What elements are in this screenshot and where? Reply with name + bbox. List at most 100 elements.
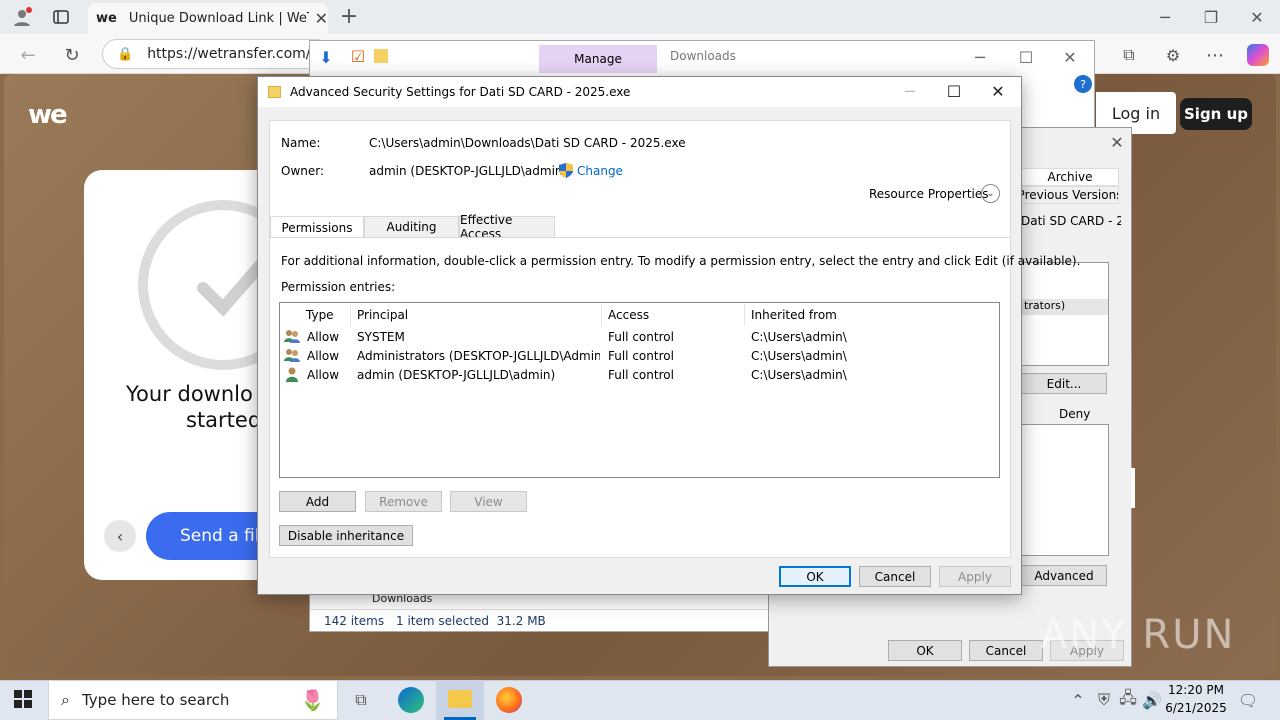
download-arrow-icon: ⬇ [319, 47, 333, 67]
remove-button: Remove [365, 491, 442, 512]
url-text: https://wetransfer.com/do [147, 46, 328, 62]
refresh-icon[interactable]: ↻ [60, 44, 84, 66]
properties-filename: Dati SD CARD - 2025 [1021, 214, 1121, 228]
add-button[interactable]: Add [279, 491, 356, 512]
owner-label: Owner: [281, 164, 325, 178]
search-placeholder: Type here to search [81, 691, 230, 709]
signup-button[interactable]: Sign up [1180, 98, 1252, 130]
scrollbar-thumb[interactable] [1131, 468, 1135, 508]
restore-window-icon[interactable]: ❐ [1200, 6, 1222, 28]
notifications-icon[interactable]: 🗨 [1238, 690, 1258, 710]
minimize-window-icon[interactable]: ─ [1154, 6, 1176, 28]
properties-close-icon[interactable]: ✕ [1107, 132, 1127, 152]
explorer-minimize-icon[interactable]: ─ [970, 47, 990, 67]
download-headline-1: Your downlo [126, 382, 253, 406]
properties-cancel-button[interactable]: Cancel [969, 640, 1043, 661]
column-header-access[interactable]: Access [602, 304, 745, 326]
anyrun-watermark: ANY RUN [1040, 612, 1236, 658]
column-header-type[interactable]: Type [300, 304, 351, 326]
copilot-icon[interactable] [1247, 44, 1269, 66]
owner-value: admin (DESKTOP-JGLLJLD\admin) [369, 164, 568, 178]
explorer-close-icon[interactable]: ✕ [1060, 47, 1080, 67]
group-users-icon [284, 328, 300, 344]
more-menu-icon[interactable]: ⋯ [1204, 44, 1226, 66]
dialog-close-icon[interactable]: ✕ [988, 81, 1008, 101]
dialog-minimize-icon: ─ [905, 81, 915, 101]
firefox-icon[interactable] [496, 687, 522, 713]
resource-properties-label[interactable]: Resource Properties [869, 187, 989, 201]
network-icon[interactable]: 🖧 [1118, 688, 1138, 710]
explorer-title: Downloads [670, 49, 736, 63]
table-row[interactable]: Allow admin (DESKTOP-JGLLJLD\admin) Full… [280, 365, 999, 384]
properties-advanced-button[interactable]: Advanced [1021, 565, 1107, 586]
tab-archive[interactable]: Archive [1021, 168, 1119, 186]
tab-permissions[interactable]: Permissions [270, 216, 364, 239]
new-tab-button[interactable]: + [338, 4, 360, 29]
deny-column-label: Deny [1059, 407, 1091, 421]
close-window-icon[interactable]: ✕ [1246, 6, 1268, 28]
tab-actions-icon[interactable] [50, 6, 72, 28]
row-inherited: C:\Users\admin\ [751, 330, 847, 344]
ribbon-manage-tab[interactable]: Manage [539, 45, 657, 73]
properties-ok-button[interactable]: OK [888, 640, 962, 661]
profile-icon[interactable] [10, 6, 34, 28]
show-hidden-icons-chevron[interactable]: ⌃ [1068, 690, 1088, 710]
name-label: Name: [281, 136, 321, 150]
windows-start-icon[interactable] [14, 690, 34, 710]
table-row[interactable]: Allow Administrators (DESKTOP-JGLLJLD\Ad… [280, 346, 999, 365]
carousel-back-icon[interactable]: ‹ [104, 520, 136, 552]
ok-button[interactable]: OK [779, 566, 851, 587]
row-inherited: C:\Users\admin\ [751, 368, 847, 382]
tab-effective-access[interactable]: Effective Access [459, 213, 555, 241]
table-row[interactable]: Allow SYSTEM Full control C:\Users\admin… [280, 327, 999, 346]
checkbox-icon[interactable]: ☑ [350, 47, 366, 66]
permission-entries-list[interactable]: Type Principal Access Inherited from All… [279, 302, 1000, 478]
permission-entries-label: Permission entries: [281, 280, 396, 294]
explorer-maximize-icon[interactable]: ☐ [1016, 47, 1036, 67]
help-icon[interactable]: ? [1074, 75, 1092, 93]
lock-icon[interactable]: 🔒 [117, 47, 133, 62]
folder-icon [448, 690, 472, 708]
dialog-maximize-icon[interactable]: ☐ [944, 81, 964, 101]
extensions-icon[interactable]: ⚙ [1162, 44, 1184, 66]
send-file-button[interactable]: Send a file [146, 512, 266, 560]
security-tray-icon[interactable]: ⛨ [1094, 690, 1114, 710]
row-type: Allow [307, 368, 340, 382]
cancel-button[interactable]: Cancel [859, 566, 931, 587]
properties-edit-button[interactable]: Edit... [1021, 373, 1107, 394]
name-value: C:\Users\admin\Downloads\Dati SD CARD - … [369, 136, 686, 150]
status-item-count: 142 items [324, 614, 385, 628]
download-headline-2: started [186, 408, 262, 432]
wetransfer-logo[interactable]: we [28, 100, 68, 130]
close-tab-icon[interactable]: ✕ [315, 9, 328, 28]
tab-previous-versions[interactable]: Previous Versions [1021, 186, 1119, 204]
column-header-inherited[interactable]: Inherited from [745, 304, 925, 326]
row-access: Full control [608, 330, 674, 344]
group-list[interactable]: trators) [1021, 262, 1109, 366]
back-arrow-icon[interactable]: ← [16, 44, 40, 66]
volume-icon[interactable]: 🔊 [1142, 690, 1162, 710]
uac-shield-icon [559, 163, 573, 178]
user-icon [284, 366, 300, 382]
browser-tab[interactable]: we Unique Download Link | WeTransfer ✕ [88, 3, 328, 34]
clock-date[interactable]: 6/21/2025 [1164, 701, 1228, 715]
file-explorer-taskbar-button[interactable] [436, 680, 484, 720]
tab-divider [270, 237, 1011, 238]
permissions-list[interactable] [1021, 424, 1109, 556]
disable-inheritance-button[interactable]: Disable inheritance [279, 525, 413, 546]
search-icon: ⌕ [61, 690, 70, 709]
tab-title: Unique Download Link | WeTransfer [128, 11, 309, 26]
column-header-principal[interactable]: Principal [351, 304, 602, 326]
taskbar-search-box[interactable]: ⌕ Type here to search 🌷 [48, 680, 338, 720]
clock-time[interactable]: 12:20 PM [1164, 683, 1228, 697]
search-highlight-flowers-icon: 🌷 [300, 688, 325, 712]
row-type: Allow [307, 330, 340, 344]
expand-chevron-icon[interactable]: ⌄ [981, 184, 1000, 203]
address-bar[interactable]: 🔒 https://wetransfer.com/do [102, 39, 332, 69]
group-list-selected-item[interactable]: trators) [1022, 299, 1108, 315]
task-view-icon[interactable]: ⧉ [350, 690, 372, 710]
edge-browser-icon[interactable] [398, 687, 424, 713]
change-owner-link[interactable]: Change [577, 164, 623, 178]
collections-icon[interactable]: ⧉ [1118, 44, 1140, 66]
tab-auditing[interactable]: Auditing [364, 216, 459, 238]
